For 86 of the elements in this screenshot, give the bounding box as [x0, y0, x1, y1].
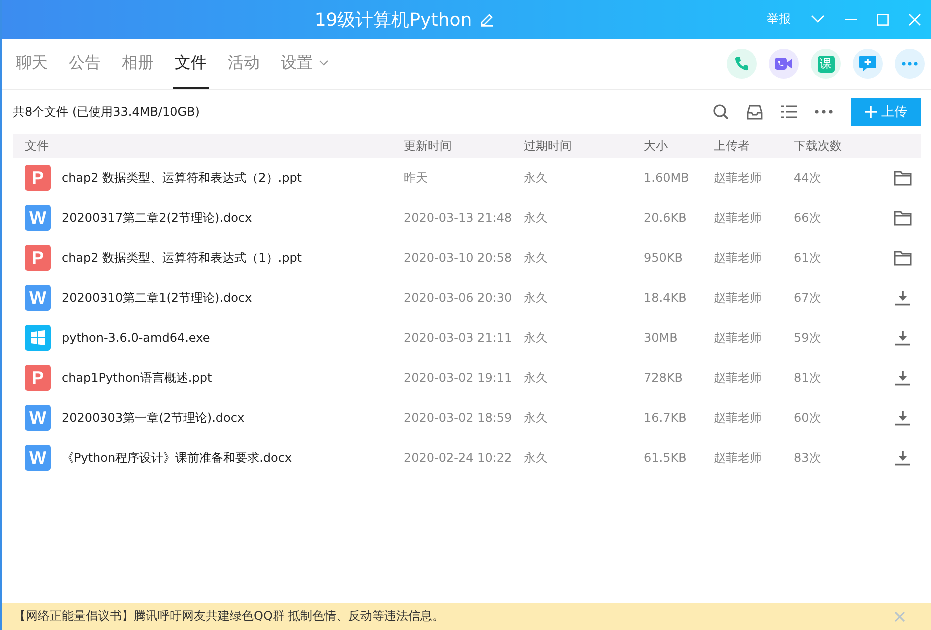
table-cell-text: 赵菲老师 [714, 410, 763, 426]
tab[interactable]: 文件 [173, 39, 209, 89]
doc-file-icon: W [25, 445, 51, 471]
table-cell-text: 永久 [524, 290, 549, 306]
file-name[interactable]: chap2 数据类型、运算符和表达式（2）.ppt [62, 170, 302, 186]
table-cell-text: 赵菲老师 [714, 210, 763, 226]
table-cell-text: 67次 [794, 290, 822, 306]
more-icon [902, 62, 918, 66]
file-name[interactable]: python-3.6.0-amd64.exe [62, 331, 210, 345]
table-cell-text: 永久 [524, 450, 549, 466]
table-cell-text: 18.4KB [644, 291, 688, 305]
more-icon[interactable] [815, 110, 833, 114]
table-cell-text: 赵菲老师 [714, 290, 763, 306]
table-cell-text: 赵菲老师 [714, 250, 763, 266]
table-cell-text: 赵菲老师 [714, 170, 763, 186]
table-cell-text: 2020-03-03 21:11 [404, 331, 514, 345]
table-cell-text: 赵菲老师 [714, 450, 763, 466]
table-cell-text: 永久 [524, 330, 549, 346]
chat-plus-icon [859, 55, 877, 73]
table-cell-text: 2020-03-13 21:48 [404, 211, 514, 225]
download-icon[interactable] [894, 370, 910, 386]
download-icon[interactable] [894, 410, 910, 426]
doc-file-icon: W [25, 285, 51, 311]
table-cell-text: 728KB [644, 371, 684, 385]
table-cell-text: 赵菲老师 [714, 370, 763, 386]
column-header: 过期时间 [524, 138, 573, 154]
video-button[interactable] [769, 49, 799, 79]
table-cell-text: 83次 [794, 450, 822, 466]
tray-icon[interactable] [747, 104, 763, 120]
doc-file-icon: W [25, 205, 51, 231]
column-header: 上传者 [714, 138, 751, 154]
plus-icon [864, 106, 876, 118]
column-header: 文件 [24, 138, 50, 154]
chat-button[interactable] [853, 49, 883, 79]
table-cell-text: 16.7KB [644, 411, 688, 425]
table-cell-text: 永久 [524, 210, 549, 226]
table-cell-text: 60次 [794, 410, 822, 426]
window-title: 19级计算机Python [314, 8, 472, 32]
table-cell-text: 59次 [794, 330, 822, 346]
table-cell-text: 1.60MB [644, 171, 690, 185]
folder-icon[interactable] [894, 170, 912, 186]
file-name[interactable]: chap1Python语言概述.ppt [62, 370, 212, 386]
table-cell-text: 66次 [794, 210, 822, 226]
table-cell-text: 昨天 [404, 170, 429, 186]
video-camera-icon [775, 57, 793, 71]
table-cell-text: 2020-02-24 10:22 [404, 451, 514, 465]
ppt-file-icon: P [25, 245, 51, 271]
folder-icon[interactable] [894, 210, 912, 226]
table-cell-text: 2020-03-06 20:30 [404, 291, 514, 305]
ppt-file-icon: P [25, 165, 51, 191]
file-name[interactable]: 20200310第二章1(2节理论).docx [62, 290, 252, 306]
phone-icon [734, 56, 750, 72]
table-cell-text: 永久 [524, 170, 549, 186]
table-cell-text: 永久 [524, 410, 549, 426]
search-icon[interactable] [713, 104, 729, 120]
ppt-file-icon: P [25, 365, 51, 391]
download-icon[interactable] [894, 450, 910, 466]
folder-icon[interactable] [894, 250, 912, 266]
download-icon[interactable] [894, 290, 910, 306]
storage-summary: 共8个文件 (已使用33.4MB/10GB) [13, 104, 200, 120]
table-cell-text: 永久 [524, 370, 549, 386]
table-cell-text: 2020-03-02 19:11 [404, 371, 514, 385]
table-cell-text: 永久 [524, 250, 549, 266]
doc-file-icon: W [25, 405, 51, 431]
table-cell-text: 81次 [794, 370, 822, 386]
file-name[interactable]: 《Python程序设计》课前准备和要求.docx [62, 450, 292, 466]
download-icon[interactable] [894, 330, 910, 346]
edit-icon[interactable] [480, 12, 494, 26]
file-name[interactable]: 20200317第二章2(2节理论).docx [62, 210, 252, 226]
more-button[interactable] [895, 49, 925, 79]
table-cell-text: 61次 [794, 250, 822, 266]
table-cell-text: 950KB [644, 251, 684, 265]
notice-text: 【网络正能量倡议书】腾讯呼吁网友共建绿色QQ群 抵制色情、反动等违法信息。 [14, 608, 445, 625]
column-header: 大小 [644, 138, 669, 154]
column-header: 更新时间 [404, 138, 453, 154]
table-cell-text: 20.6KB [644, 211, 688, 225]
file-name[interactable]: chap2 数据类型、运算符和表达式（1）.ppt [62, 250, 302, 266]
table-cell-text: 30MB [644, 331, 679, 345]
table-cell-text: 赵菲老师 [714, 330, 763, 346]
table-cell-text: 2020-03-02 18:59 [404, 411, 514, 425]
table-cell-text: 2020-03-10 20:58 [404, 251, 514, 265]
column-header: 下载次数 [794, 138, 843, 154]
file-name[interactable]: 20200303第一章(2节理论).docx [62, 410, 245, 426]
table-cell-text: 61.5KB [644, 451, 688, 465]
table-cell-text: 44次 [794, 170, 822, 186]
list-view-icon[interactable] [781, 105, 797, 119]
